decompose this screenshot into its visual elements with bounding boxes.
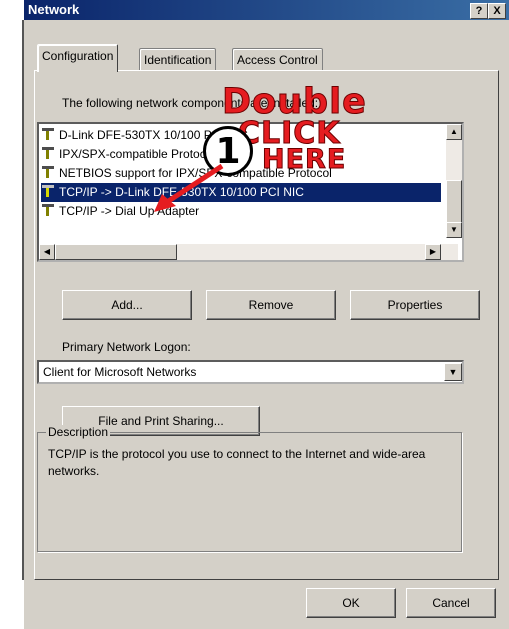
protocol-icon [42, 185, 54, 197]
close-button[interactable]: X [488, 3, 506, 19]
protocol-icon [42, 166, 54, 178]
title-bar[interactable]: Network ? X [24, 0, 509, 20]
cancel-button[interactable]: Cancel [406, 588, 496, 618]
scroll-thumb[interactable] [446, 180, 462, 224]
scroll-right-icon[interactable]: ▶ [425, 244, 441, 260]
tab-access-control[interactable]: Access Control [232, 48, 323, 71]
ok-button[interactable]: OK [306, 588, 396, 618]
scroll-up-icon[interactable]: ▲ [446, 124, 462, 140]
list-item-selected[interactable]: TCP/IP -> D-Link DFE-530TX 10/100 PCI NI… [41, 183, 441, 202]
horizontal-scrollbar[interactable]: ◀ ▶ [39, 244, 458, 260]
properties-button[interactable]: Properties [350, 290, 480, 320]
scroll-thumb[interactable] [55, 244, 177, 260]
chevron-down-icon[interactable]: ▼ [444, 363, 462, 381]
annotation-here: HERE [261, 144, 347, 176]
primary-logon-value: Client for Microsoft Networks [43, 365, 197, 379]
scroll-down-icon[interactable]: ▼ [446, 222, 462, 238]
vertical-scrollbar[interactable]: ▲ ▼ [446, 124, 462, 238]
window-title: Network [28, 2, 80, 17]
primary-logon-select[interactable]: Client for Microsoft Networks ▼ [37, 360, 464, 384]
scroll-left-icon[interactable]: ◀ [39, 244, 55, 260]
tab-configuration[interactable]: Configuration [37, 44, 119, 72]
add-button[interactable]: Add... [62, 290, 192, 320]
network-icon [42, 128, 54, 140]
protocol-icon [42, 147, 54, 159]
remove-button[interactable]: Remove [206, 290, 336, 320]
help-button[interactable]: ? [470, 3, 488, 19]
tab-identification[interactable]: Identification [139, 48, 217, 71]
description-text: TCP/IP is the protocol you use to connec… [48, 447, 426, 478]
list-item[interactable]: TCP/IP -> Dial Up Adapter [41, 202, 441, 221]
description-legend: Description [46, 425, 111, 439]
pointer-arrow-icon [154, 163, 224, 212]
list-item-label: IPX/SPX-compatible Protocol [59, 147, 216, 161]
primary-logon-label: Primary Network Logon: [62, 340, 191, 354]
protocol-icon [42, 204, 54, 216]
